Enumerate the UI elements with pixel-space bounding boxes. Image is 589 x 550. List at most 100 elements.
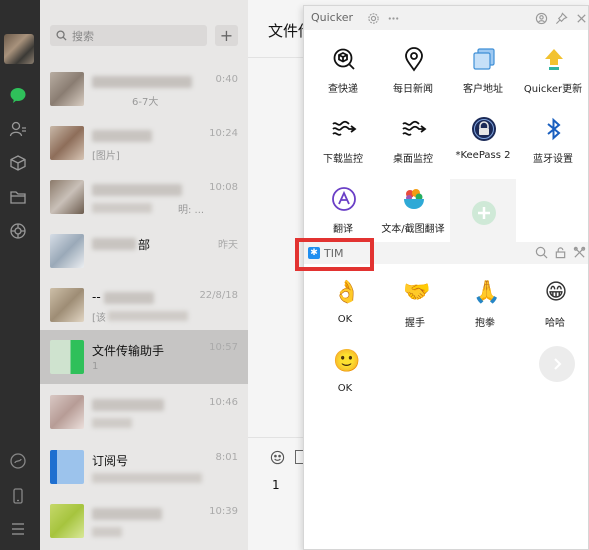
- emoji-label: OK: [337, 383, 353, 394]
- action-screenshot-translate[interactable]: 文本/截图翻译: [380, 179, 446, 245]
- chat-row[interactable]: 10:46: [40, 385, 248, 439]
- search-icon[interactable]: [535, 246, 549, 260]
- folder-icon[interactable]: [9, 188, 27, 206]
- chat-time: 10:46: [209, 397, 238, 408]
- action-track-express[interactable]: 查快递: [310, 39, 376, 105]
- cube-search-icon: [330, 45, 357, 72]
- action-label: 客户地址: [463, 84, 503, 95]
- emoji-action[interactable]: 🙏 抱拳: [455, 280, 515, 340]
- more-icon[interactable]: [386, 11, 400, 25]
- chat-time: 8:01: [215, 452, 238, 463]
- plus-circle-icon: [470, 199, 497, 226]
- action-bluetooth[interactable]: 蓝牙设置: [520, 109, 586, 175]
- action-desktop-monitor[interactable]: 桌面监控: [380, 109, 446, 175]
- miniprogram-icon[interactable]: [9, 452, 27, 470]
- emoji-label: 哈哈: [545, 318, 565, 329]
- action-label: 下载监控: [323, 154, 363, 165]
- chat-time: 10:08: [209, 182, 238, 193]
- chat-row[interactable]: 10:39: [40, 494, 248, 548]
- close-icon[interactable]: [574, 11, 588, 25]
- quicker-title: Quicker: [311, 11, 354, 24]
- action-keepass[interactable]: *KeePass 2: [450, 109, 516, 175]
- action-label: 每日新闻: [393, 84, 433, 95]
- next-page-button[interactable]: [539, 346, 575, 382]
- chat-row[interactable]: 订阅号 8:01: [40, 440, 248, 494]
- add-button[interactable]: +: [215, 25, 238, 46]
- phone-icon[interactable]: [9, 487, 27, 505]
- smile-icon: 🙂: [333, 349, 361, 374]
- chat-time: 22/8/18: [199, 290, 238, 301]
- action-download-monitor[interactable]: 下载监控: [310, 109, 376, 175]
- menu-icon[interactable]: [9, 520, 27, 538]
- search-placeholder: 搜索: [72, 29, 94, 43]
- emoji-label: OK: [337, 314, 353, 325]
- message-input[interactable]: 1: [272, 478, 280, 492]
- action-quicker-update[interactable]: Quicker更新: [520, 39, 586, 105]
- chat-row[interactable]: 6-7大 0:40: [40, 62, 248, 116]
- chat-preview: [该: [92, 313, 106, 324]
- chat-row[interactable]: [图片] 10:24: [40, 116, 248, 170]
- cube-icon[interactable]: [9, 154, 27, 172]
- pin-icon[interactable]: [554, 11, 568, 25]
- action-translate[interactable]: 翻译: [310, 179, 376, 245]
- search-icon: [56, 30, 67, 41]
- user-circle-icon[interactable]: [534, 11, 548, 25]
- emoji-label: 握手: [405, 318, 425, 329]
- avatar: [50, 72, 84, 106]
- emoji-action[interactable]: 😁 哈哈: [525, 280, 585, 340]
- action-label: Quicker更新: [523, 84, 583, 95]
- lock-icon: [470, 115, 497, 142]
- chat-row[interactable]: 明: ... 10:08: [40, 170, 248, 224]
- chat-list: 搜索 + 6-7大 0:40 [图片] 10:24 明: ... 10:08 部…: [40, 0, 248, 550]
- quicker-header: Quicker: [304, 6, 588, 30]
- add-action-button[interactable]: [450, 179, 516, 245]
- chat-name: --: [92, 290, 101, 304]
- action-customer-address[interactable]: 客户地址: [450, 39, 516, 105]
- chat-name: 文件传输助手: [92, 344, 165, 358]
- emoji-action[interactable]: 👌 OK: [315, 280, 375, 340]
- chat-row-file-transfer[interactable]: 文件传输助手 1 10:57: [40, 330, 248, 384]
- gear-icon[interactable]: [366, 11, 380, 25]
- window-copy-icon: [470, 45, 497, 72]
- action-label: 翻译: [333, 224, 353, 235]
- chat-row[interactable]: -- [该 22/8/18: [40, 278, 248, 332]
- translate-icon: [330, 185, 357, 212]
- emoji-action[interactable]: 🙂 OK: [315, 349, 375, 409]
- user-avatar[interactable]: [4, 34, 34, 64]
- chat-row[interactable]: 部 昨天: [40, 224, 248, 278]
- avatar: [50, 395, 84, 429]
- emoji-icon[interactable]: [270, 450, 285, 465]
- fist-salute-icon: 🙏: [473, 280, 501, 305]
- tools-icon[interactable]: [573, 246, 587, 260]
- left-rail: [0, 0, 40, 550]
- chat-preview: 1: [92, 361, 99, 372]
- handshake-icon: 🤝: [403, 280, 431, 305]
- lock-icon[interactable]: [554, 246, 568, 260]
- moments-icon[interactable]: [9, 222, 27, 240]
- action-label: *KeePass 2: [455, 150, 511, 161]
- chat-name: 订阅号: [92, 454, 129, 468]
- search-input[interactable]: 搜索: [50, 25, 207, 46]
- grin-icon: 😁: [544, 280, 568, 305]
- chat-time: 10:24: [209, 128, 238, 139]
- location-pin-icon: [400, 45, 427, 72]
- chat-preview: 6-7大: [132, 97, 159, 108]
- avatar: [50, 180, 84, 214]
- contacts-icon[interactable]: [9, 120, 27, 138]
- action-label: 查快递: [328, 84, 358, 95]
- avatar: [50, 340, 84, 374]
- emoji-action[interactable]: 🤝 握手: [385, 280, 445, 340]
- action-label: 桌面监控: [393, 154, 433, 165]
- bluetooth-icon: [540, 115, 567, 142]
- wave-monitor-icon: [400, 115, 427, 142]
- avatar: [50, 234, 84, 268]
- ok-hand-icon: 👌: [333, 280, 361, 305]
- action-daily-news[interactable]: 每日新闻: [380, 39, 446, 105]
- chevron-right-icon: [554, 358, 562, 370]
- emoji-label: 抱拳: [475, 318, 495, 329]
- highlight-box: [295, 238, 374, 271]
- action-label: 蓝牙设置: [533, 154, 573, 165]
- chat-preview: 明: ...: [178, 205, 205, 216]
- chat-time: 0:40: [215, 74, 238, 85]
- chat-icon[interactable]: [9, 86, 27, 104]
